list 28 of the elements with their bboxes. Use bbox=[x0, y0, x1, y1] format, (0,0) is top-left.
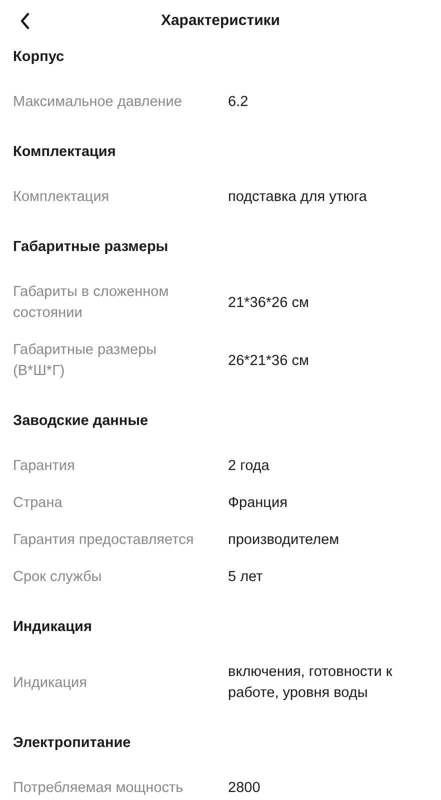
spec-value: 6.2 bbox=[228, 93, 250, 112]
spec-label: Гарантия bbox=[13, 457, 76, 476]
spec-value: 21*36*26 см bbox=[228, 294, 310, 312]
spec-label: Страна bbox=[13, 494, 64, 513]
spec-label: Гарантия предоставляется bbox=[13, 531, 195, 550]
section-title: Индикация bbox=[13, 618, 93, 637]
section-title: Комплектация bbox=[13, 143, 117, 162]
spec-value: 26*21*36 см bbox=[228, 352, 310, 370]
spec-value: 2800 bbox=[228, 779, 262, 798]
spec-label: Комплектация bbox=[13, 188, 110, 207]
section-title: Электропитание bbox=[13, 734, 132, 753]
spec-value: Франция bbox=[228, 494, 288, 513]
section-title: Заводские данные bbox=[13, 412, 150, 431]
spec-label: Индикация bbox=[13, 674, 88, 692]
spec-label: Срок службы bbox=[13, 568, 103, 587]
section-title: Корпус bbox=[13, 48, 66, 67]
spec-label: Максимальное давление bbox=[13, 93, 183, 112]
spec-value: включения, готовности к работе, уровня воды bbox=[228, 663, 394, 703]
spec-label: Потребляемая мощность bbox=[13, 779, 184, 798]
spec-label: Габаритные размеры (В*Ш*Г) bbox=[13, 341, 158, 381]
section-title: Габаритные размеры bbox=[13, 238, 170, 257]
spec-value: 2 года bbox=[228, 457, 270, 476]
spec-value: подставка для утюга bbox=[228, 188, 368, 207]
spec-label: Габариты в сложенном состоянии bbox=[13, 283, 170, 323]
back-icon[interactable] bbox=[20, 13, 30, 29]
spec-value: 5 лет bbox=[228, 568, 264, 587]
page-title: Характеристики bbox=[160, 12, 280, 28]
spec-value: производителем bbox=[228, 531, 340, 550]
